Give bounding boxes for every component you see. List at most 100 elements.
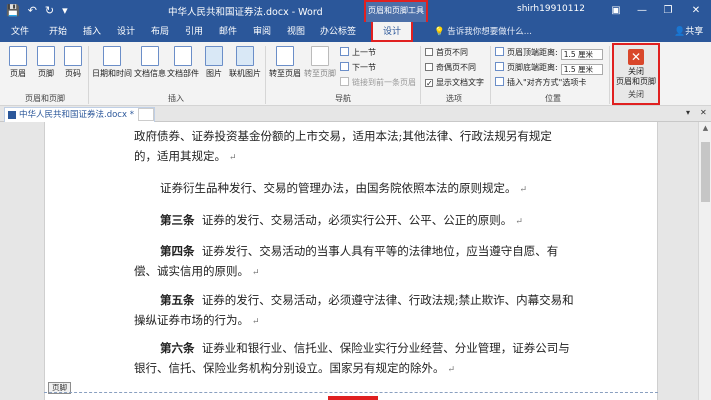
- tab-design[interactable]: 设计: [117, 24, 135, 40]
- tab-view[interactable]: 视图: [287, 24, 305, 40]
- title-bar: 💾 ↶ ↻ ▾ 中华人民共和国证券法.docx - Word 页眉和页脚工具 s…: [0, 0, 711, 22]
- redo-icon[interactable]: ↻: [45, 3, 54, 19]
- group-label-navigation: 导航: [335, 94, 351, 103]
- document-tab[interactable]: 中华人民共和国证券法.docx * ×: [4, 107, 155, 122]
- group-label-header-footer: 页眉和页脚: [25, 94, 65, 103]
- share-button[interactable]: 👤共享: [674, 24, 703, 40]
- scroll-thumb[interactable]: [701, 142, 710, 202]
- up-arrow-icon: [340, 47, 349, 56]
- group-label-options: 选项: [446, 94, 462, 103]
- different-odd-even-checkbox[interactable]: 奇偶页不同: [425, 62, 476, 74]
- tab-mailings[interactable]: 邮件: [219, 24, 237, 40]
- article-number: 第六条: [160, 341, 195, 355]
- insert-alignment-tab-label: 插入"对齐方式"选项卡: [507, 78, 587, 87]
- paragraph-text: 证券业和银行业、信托业、保险业实行分业经营、分业管理，证券公司与银行、信托、保险…: [134, 341, 570, 375]
- header-button-label: 页眉: [10, 69, 26, 78]
- checkbox-checked: [425, 79, 433, 87]
- checkbox-unchecked: [425, 63, 433, 71]
- doc-info-button[interactable]: 文档信息: [134, 46, 166, 90]
- vertical-scrollbar[interactable]: ▲: [698, 122, 711, 400]
- tab-header-footer-design[interactable]: 设计: [371, 22, 414, 42]
- ribbon-display-icon[interactable]: ▣: [604, 2, 628, 20]
- date-time-label: 日期和时间: [92, 69, 132, 78]
- calendar-icon: [103, 46, 121, 66]
- share-label: 共享: [685, 27, 704, 37]
- user-account[interactable]: shirh19910112: [517, 4, 585, 14]
- new-tab-button[interactable]: [138, 108, 154, 121]
- insert-alignment-tab-button[interactable]: 插入"对齐方式"选项卡: [495, 77, 586, 89]
- footer-bottom-input[interactable]: 1.5 厘米: [560, 64, 603, 75]
- previous-section-button[interactable]: 上一节: [340, 47, 376, 59]
- tell-me-search[interactable]: 💡 告诉我你想要做什么...: [434, 24, 532, 40]
- tab-references[interactable]: 引用: [185, 24, 203, 40]
- paragraph: 证券衍生品种发行、交易的管理办法，由国务院依照本法的原则规定。 ↵: [134, 178, 574, 200]
- person-icon: 👤: [674, 27, 686, 37]
- close-icon[interactable]: ✕: [684, 2, 708, 20]
- undo-icon[interactable]: ↶: [28, 3, 37, 19]
- tab-insert[interactable]: 插入: [83, 24, 101, 40]
- picture-label: 图片: [206, 69, 222, 78]
- next-section-label: 下一节: [352, 63, 376, 72]
- link-icon: [340, 77, 349, 86]
- context-group-label: 页眉和页脚工具: [364, 0, 428, 22]
- footer-button[interactable]: 页脚: [31, 46, 61, 90]
- quick-parts-icon: [174, 46, 192, 66]
- online-picture-label: 联机图片: [229, 69, 261, 78]
- show-document-text-checkbox[interactable]: 显示文档文字: [425, 77, 484, 89]
- close-button-line1: 关闭: [628, 67, 644, 76]
- picture-button[interactable]: 图片: [202, 46, 226, 90]
- article-number: 第四条: [160, 244, 195, 258]
- paragraph-text: 证券的发行、交易活动，必须实行公开、公平、公正的原则。: [201, 213, 513, 227]
- word-document-icon: [8, 111, 16, 119]
- goto-footer-label: 转至页脚: [304, 69, 336, 78]
- minimize-icon[interactable]: —: [630, 2, 654, 20]
- paragraph-text: 证券的发行、交易活动，必须遵守法律、行政法规;禁止欺诈、内幕交易和操纵证券市场的…: [134, 293, 574, 327]
- paragraph-text: 证券衍生品种发行、交易的管理办法，由国务院依照本法的原则规定。: [160, 181, 517, 195]
- tab-home[interactable]: 开始: [49, 24, 67, 40]
- customize-qat-icon[interactable]: ▾: [62, 3, 68, 19]
- close-header-footer-button[interactable]: ✕ 关闭 页眉和页脚 关闭: [612, 43, 660, 105]
- footer-bottom-distance: 页脚底端距离: 1.5 厘米: [495, 62, 603, 75]
- tell-me-text: 告诉我你想要做什么...: [447, 27, 532, 37]
- quick-parts-label: 文档部件: [167, 69, 199, 78]
- tab-office-tab[interactable]: 办公标签: [320, 24, 356, 40]
- scroll-up-icon[interactable]: ▲: [701, 124, 710, 132]
- goto-footer-button[interactable]: 转至页脚: [303, 46, 337, 90]
- date-time-button[interactable]: 日期和时间: [92, 46, 132, 90]
- doc-info-label: 文档信息: [134, 69, 166, 78]
- page-number-button-label: 页码: [65, 69, 81, 78]
- doc-info-icon: [141, 46, 159, 66]
- tab-file[interactable]: 文件: [11, 24, 29, 40]
- header-top-input[interactable]: 1.5 厘米: [560, 49, 603, 60]
- different-first-page-checkbox[interactable]: 首页不同: [425, 47, 468, 59]
- next-section-button[interactable]: 下一节: [340, 62, 376, 74]
- paragraph-text: 政府债券、证券投资基金份额的上市交易，适用本法;其他法律、行政法规另有规定的，适…: [134, 129, 552, 163]
- article-number: 第三条: [160, 213, 195, 227]
- separator: [490, 46, 491, 104]
- ribbon: 页眉 页脚 页码 页眉和页脚 日期和时间 文档信息 文档部件 图片 联机图片 插…: [0, 42, 711, 146]
- article-number: 第五条: [160, 293, 195, 307]
- footer-distance-icon: [495, 62, 504, 71]
- quick-parts-button[interactable]: 文档部件: [167, 46, 199, 90]
- save-icon[interactable]: 💾: [6, 3, 20, 19]
- previous-section-label: 上一节: [352, 48, 376, 57]
- different-first-page-label: 首页不同: [436, 48, 468, 57]
- tab-review[interactable]: 审阅: [253, 24, 271, 40]
- restore-icon[interactable]: ❐: [656, 2, 680, 20]
- tab-close-all-icon[interactable]: ✕: [700, 108, 707, 117]
- checkbox-unchecked: [425, 48, 433, 56]
- different-odd-even-label: 奇偶页不同: [436, 63, 476, 72]
- paragraph-mark: ↵: [515, 217, 523, 227]
- link-to-previous-button[interactable]: 链接到前一条页眉: [340, 77, 416, 89]
- group-label-close: 关闭: [628, 90, 644, 99]
- tab-list-icon[interactable]: ▾: [686, 108, 690, 117]
- online-picture-button[interactable]: 联机图片: [228, 46, 262, 90]
- header-button[interactable]: 页眉: [3, 46, 33, 90]
- page-number-button[interactable]: 页码: [58, 46, 88, 90]
- group-label-insert: 插入: [168, 94, 184, 103]
- goto-header-button[interactable]: 转至页眉: [268, 46, 302, 90]
- paragraph: 政府债券、证券投资基金份额的上市交易，适用本法;其他法律、行政法规另有规定的，适…: [134, 126, 574, 168]
- paragraph-mark: ↵: [447, 365, 456, 375]
- tab-layout[interactable]: 布局: [151, 24, 169, 40]
- close-header-footer-icon: ✕: [628, 49, 644, 65]
